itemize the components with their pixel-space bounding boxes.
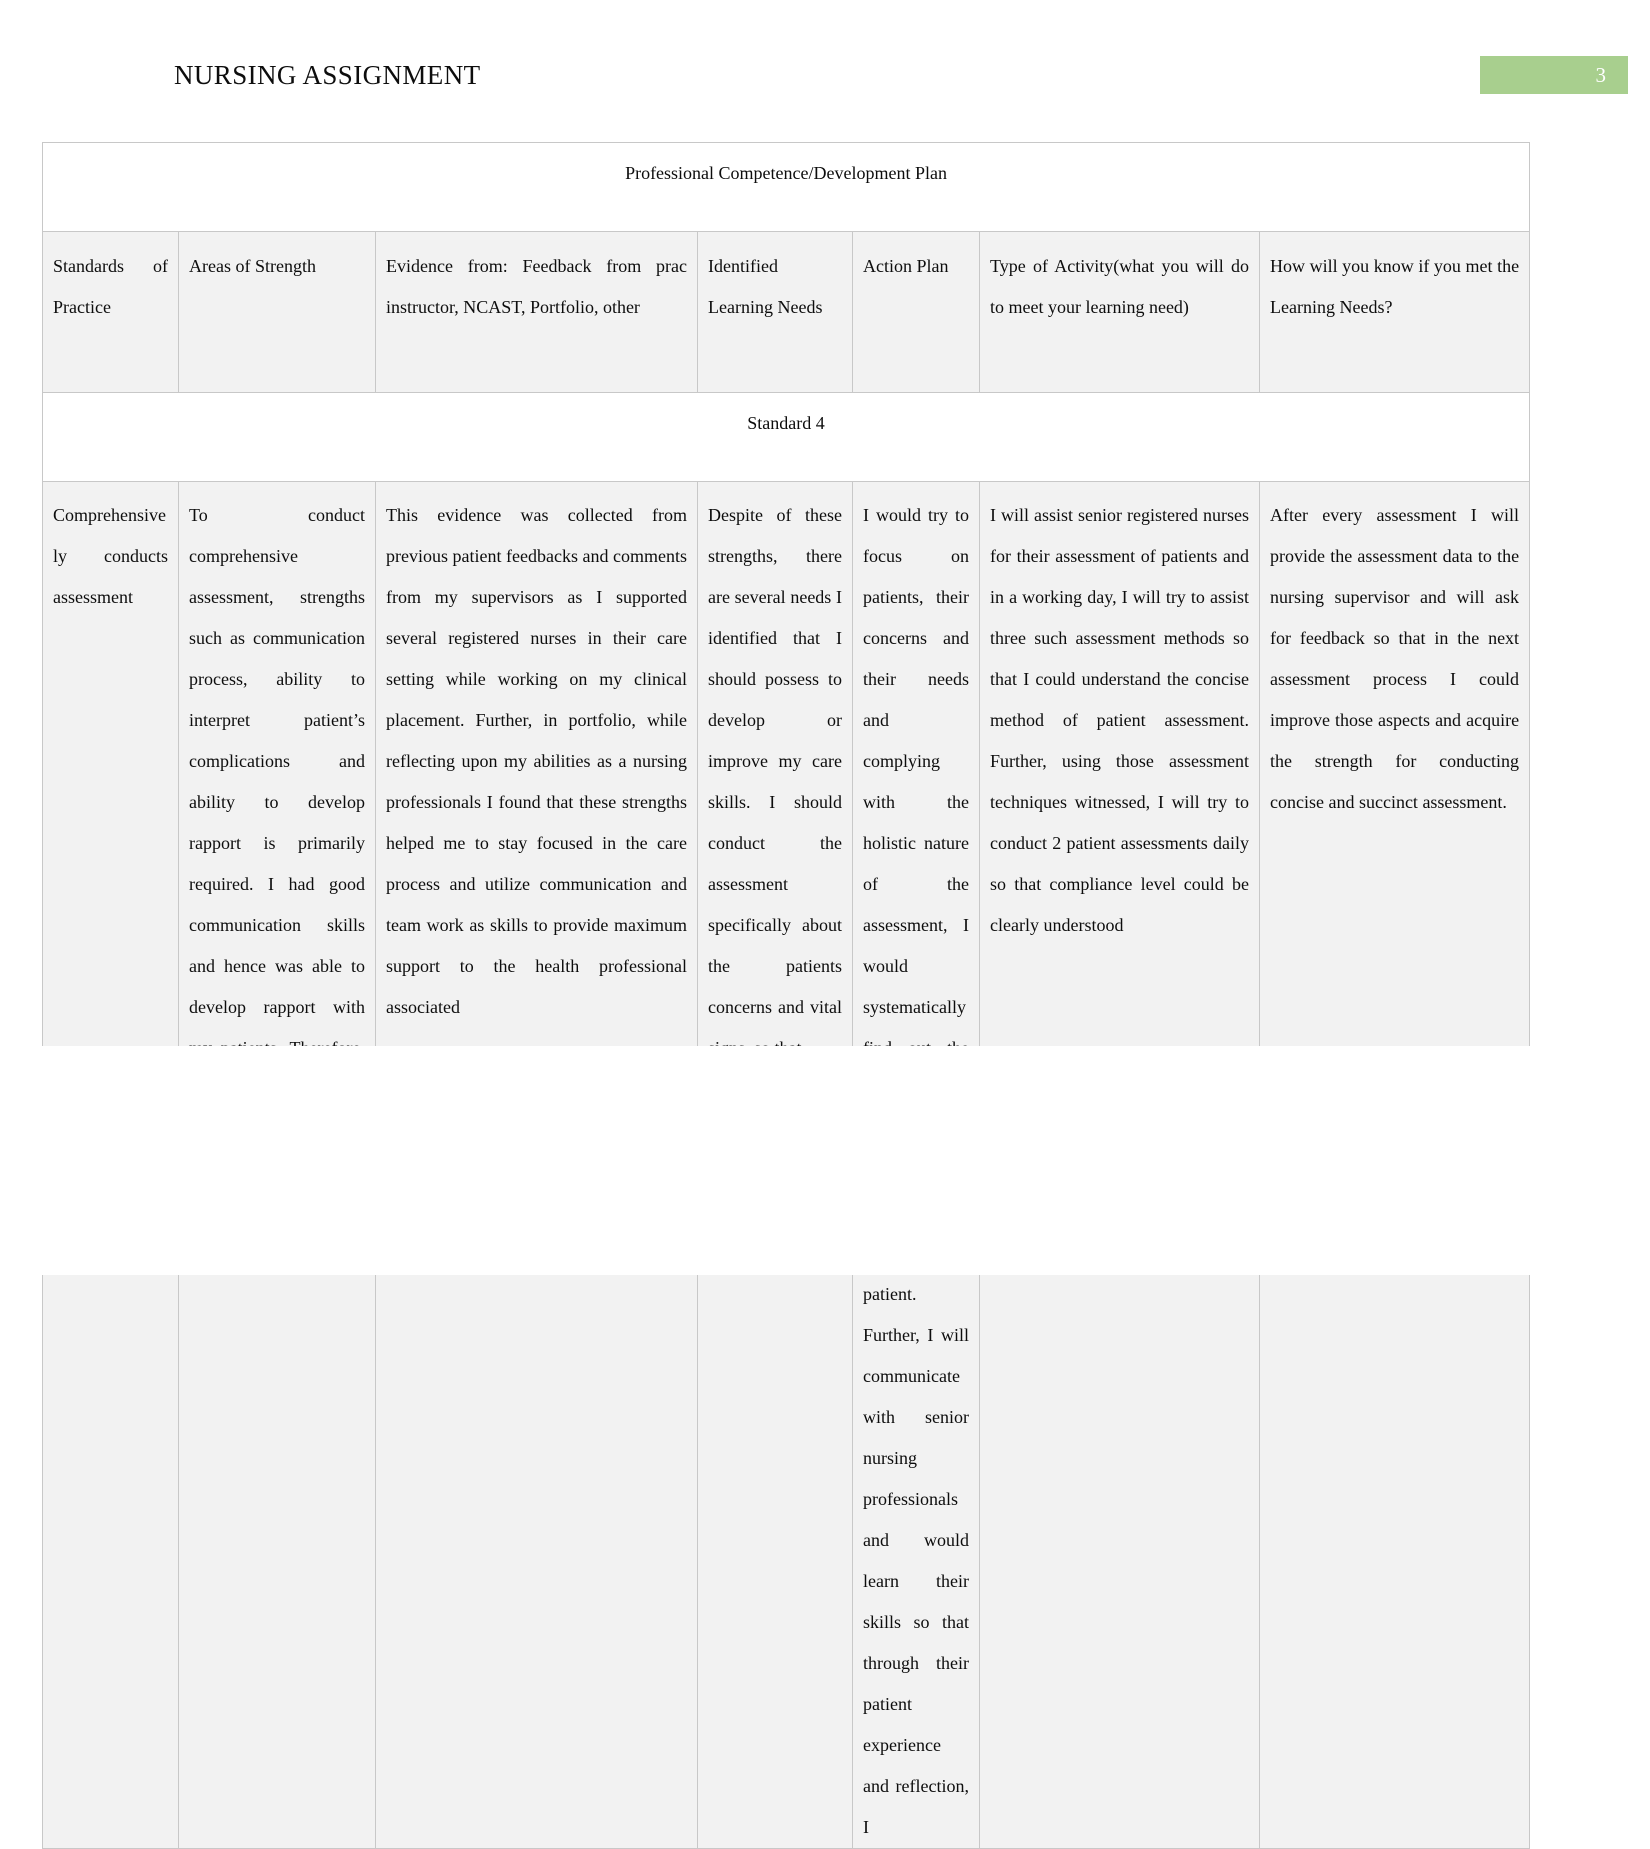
column-header-how-will-you-know: How will you know if you met the Learnin… — [1258, 231, 1531, 393]
column-header-label: Action Plan — [863, 256, 949, 276]
column-header-standards-of-practice: Standards of Practice — [42, 231, 179, 393]
document-page: NURSING ASSIGNMENT 3 Professional Compet… — [0, 0, 1650, 1849]
table-section-cell: Standard 4 — [41, 392, 1531, 482]
column-header-areas-of-strength: Areas of Strength — [178, 231, 376, 393]
table-title-row: Professional Competence/Development Plan — [41, 142, 1531, 232]
table-title-text: Professional Competence/Development Plan — [625, 163, 947, 183]
page-title: NURSING ASSIGNMENT — [174, 60, 481, 90]
column-header-label: Identified Learning Needs — [708, 256, 823, 317]
development-plan-table: Professional Competence/Development Plan… — [41, 142, 1531, 1849]
table-title-cell: Professional Competence/Development Plan — [41, 142, 1531, 232]
page-number-badge: 3 — [1480, 56, 1628, 94]
table-header-row: Standards of Practice Areas of Strength … — [42, 231, 1531, 393]
column-header-label: Type of Activity(what you will do to mee… — [990, 256, 1249, 317]
column-header-label: Areas of Strength — [189, 256, 316, 276]
cell-text: Comprehensively conducts assessment — [53, 505, 168, 607]
column-header-label: Standards of Practice — [53, 256, 168, 317]
table-section-label: Standard 4 — [747, 413, 825, 433]
column-header-identified-learning-needs: Identified Learning Needs — [697, 231, 853, 393]
column-header-action-plan: Action Plan — [852, 231, 980, 393]
cell-text: This evidence was collected from previou… — [386, 505, 687, 1017]
document-header: NURSING ASSIGNMENT 3 — [0, 0, 1650, 120]
cell-text: I will assist senior registered nurses f… — [990, 505, 1249, 935]
cell-text: After every assessment I will provide th… — [1270, 505, 1520, 812]
column-header-evidence: Evidence from: Feedback from prac instru… — [375, 231, 698, 393]
column-header-type-of-activity: Type of Activity(what you will do to mee… — [979, 231, 1260, 393]
column-header-label: Evidence from: Feedback from prac instru… — [386, 256, 687, 317]
table-section-row: Standard 4 — [41, 392, 1531, 482]
cell-text: Despite of these strengths, there are se… — [708, 505, 842, 1058]
column-header-label: How will you know if you met the Learnin… — [1270, 256, 1520, 317]
page-bottom-margin — [0, 1046, 1650, 1275]
page-number-text: 3 — [1595, 63, 1607, 87]
